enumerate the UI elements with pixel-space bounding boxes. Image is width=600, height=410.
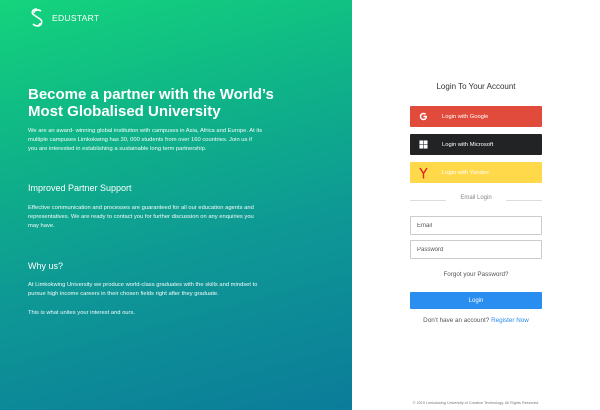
email-field[interactable]	[410, 216, 542, 235]
support-heading: Improved Partner Support	[28, 183, 132, 193]
login-google-button[interactable]: Login with Google	[410, 106, 542, 127]
why-text: At Limkokwing University we produce worl…	[28, 281, 320, 299]
hero-intro-line: you are interested in establishing a sus…	[28, 146, 207, 152]
microsoft-icon	[410, 134, 436, 155]
support-line: Effective communication and processes ar…	[28, 205, 254, 211]
no-account-text: Don’t have an account?	[423, 317, 490, 324]
copyright-footer: © 2019 Limkokwing University of Creative…	[412, 401, 540, 405]
login-title: Login To Your Account	[436, 82, 516, 91]
google-label: Login with Google	[442, 113, 489, 120]
support-text: Effective communication and processes ar…	[28, 204, 320, 231]
microsoft-label: Login with Microsoft	[442, 141, 494, 148]
hero-title: Become a partner with the World’s Most G…	[28, 86, 328, 120]
support-line: may have.	[28, 223, 55, 229]
hero-title-line: Most Globalised University	[28, 103, 221, 120]
hero-intro-line: We are an award- winning global institut…	[28, 128, 263, 134]
google-icon	[410, 106, 436, 127]
yandex-icon	[410, 162, 436, 183]
hero-intro-line: multiple campuses Limkokwing has 30, 000…	[28, 137, 252, 143]
hero-title-line: Become a partner with the World’s	[28, 86, 274, 103]
hero-intro: We are an award- winning global institut…	[28, 127, 320, 154]
why-line: At Limkokwing University we produce worl…	[28, 282, 258, 288]
login-button[interactable]: Login	[410, 292, 542, 309]
login-panel: Login To Your Account Login with Google …	[352, 0, 600, 410]
support-line: representatives. We are ready to contact…	[28, 214, 254, 220]
signup-row: Don’t have an account? Register Now	[352, 317, 600, 324]
login-microsoft-button[interactable]: Login with Microsoft	[410, 134, 542, 155]
email-login-divider: Email Login	[410, 195, 542, 205]
forgot-password-link[interactable]: Forgot your Password?	[352, 271, 600, 278]
divider-line	[506, 200, 542, 201]
brand-name: EDUSTART	[52, 13, 100, 23]
edustart-logo-icon	[28, 8, 46, 28]
password-field[interactable]	[410, 240, 542, 259]
yandex-label: Login with Yandex	[442, 169, 489, 176]
register-link[interactable]: Register Now	[491, 317, 529, 324]
brand[interactable]: EDUSTART	[28, 8, 99, 28]
unite-text: This is what unites your interest and ou…	[28, 310, 135, 316]
why-line: pursue high income careers in their chos…	[28, 291, 219, 297]
why-heading: Why us?	[28, 261, 64, 271]
login-yandex-button[interactable]: Login with Yandex	[410, 162, 542, 183]
hero-panel: EDUSTART Become a partner with the World…	[0, 0, 352, 410]
